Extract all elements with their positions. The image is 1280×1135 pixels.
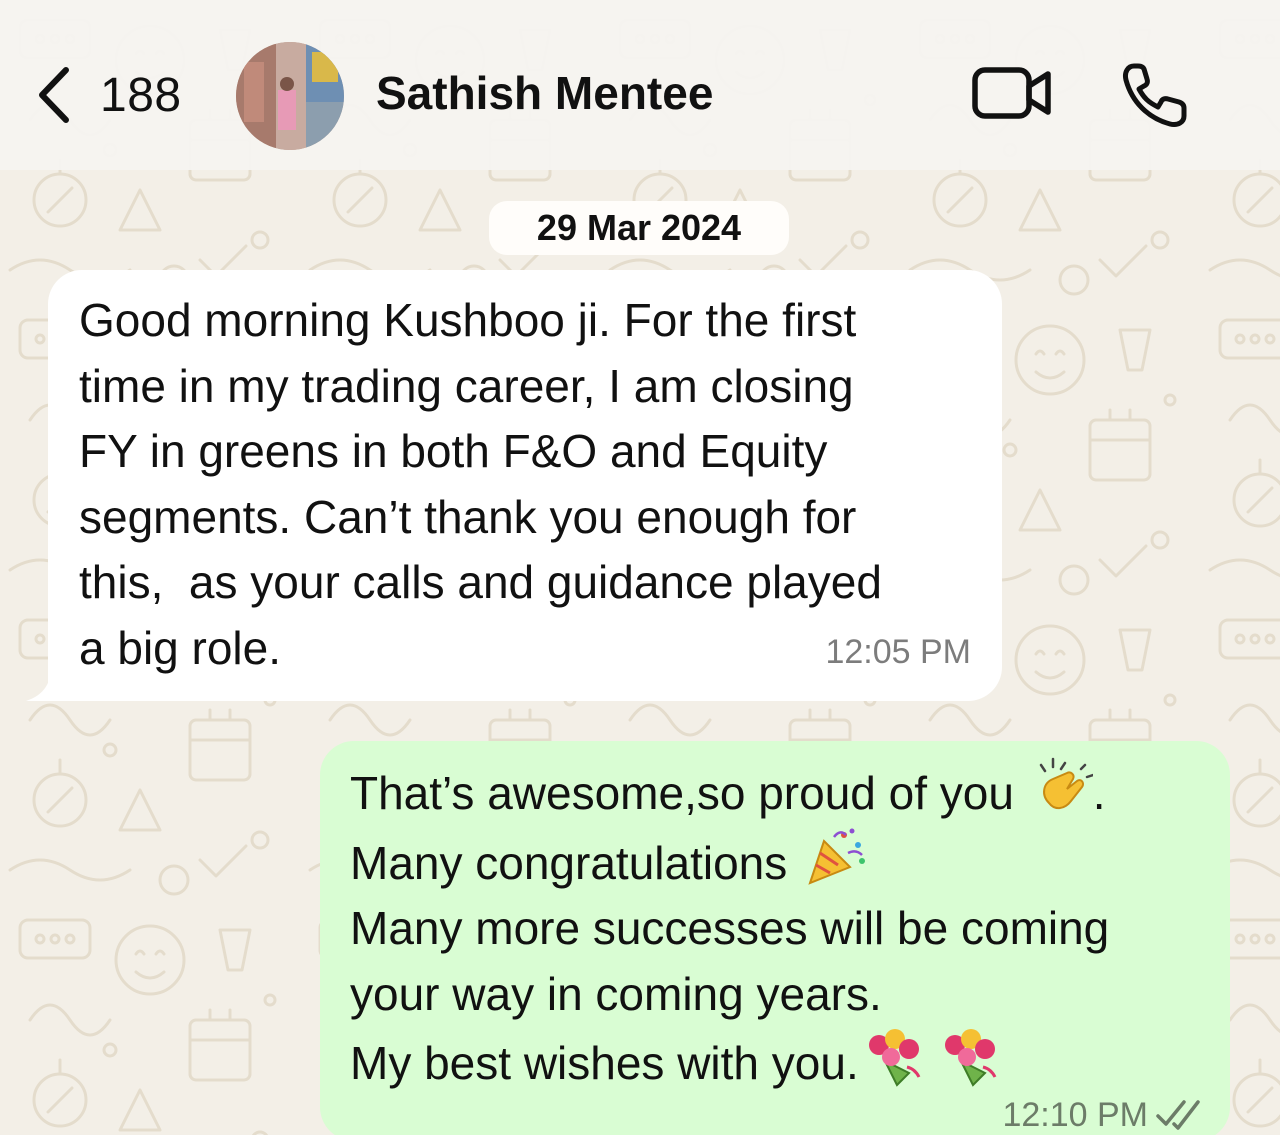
- message-line: time in my trading career, I am closing: [79, 359, 854, 412]
- video-camera-icon: [972, 67, 1051, 119]
- contact-name[interactable]: Sathish Mentee: [376, 66, 713, 120]
- message-line: segments. Can’t thank you enough for: [79, 490, 857, 543]
- bouquet-icon: [944, 1029, 997, 1087]
- clapping-hands-icon: [1039, 757, 1093, 809]
- incoming-message-bubble[interactable]: Good morning Kushboo ji. For the first t…: [26, 270, 1002, 701]
- message-line-text: My best wishes with you.: [350, 1037, 859, 1089]
- message-line: your way in coming years.: [350, 967, 882, 1020]
- message-line-text: .: [1092, 767, 1106, 819]
- message-line: a big role.: [79, 621, 282, 674]
- avatar[interactable]: [236, 42, 344, 150]
- chat-header: 188 Sathish Mentee: [0, 0, 1280, 170]
- phone-icon: [1123, 63, 1187, 127]
- message-line: That’s awesome,so proud of you .: [350, 757, 1109, 827]
- message-line: Many more successes will be coming: [350, 902, 1110, 954]
- read-double-tick-icon: [1156, 1100, 1200, 1130]
- date-separator: 29 Mar 2024: [489, 201, 789, 255]
- party-popper-icon: [808, 828, 866, 885]
- bubble-tail: [26, 661, 66, 701]
- message-timestamp: 12:05 PM: [825, 633, 971, 671]
- message-line: My best wishes with you.: [350, 1027, 1109, 1097]
- bouquet-icon: [868, 1029, 921, 1087]
- message-line: Good morning Kushboo ji. For the first: [79, 294, 857, 346]
- chevron-left-icon: [39, 67, 69, 123]
- message-line: this, as your calls and guidance played: [79, 556, 882, 608]
- back-button[interactable]: 188: [34, 62, 182, 128]
- message-line: FY in greens in both F&O and Equity: [79, 425, 828, 477]
- message-timestamp: 12:10 PM: [1002, 1096, 1148, 1134]
- voice-call-button[interactable]: [1120, 60, 1190, 130]
- unread-count: 188: [100, 68, 182, 122]
- outgoing-message-bubble[interactable]: That’s awesome,so proud of you . Many co…: [320, 741, 1230, 1135]
- message-line: Many congratulations: [350, 827, 1109, 897]
- video-call-button[interactable]: [970, 62, 1054, 124]
- message-text: Good morning Kushboo ji. For the first t…: [79, 288, 882, 681]
- message-line-text: That’s awesome,so proud of you: [350, 767, 1014, 819]
- message-text: That’s awesome,so proud of you . Many co…: [350, 757, 1109, 1097]
- message-line-text: Many congratulations: [350, 836, 788, 889]
- avatar-image: [236, 42, 344, 150]
